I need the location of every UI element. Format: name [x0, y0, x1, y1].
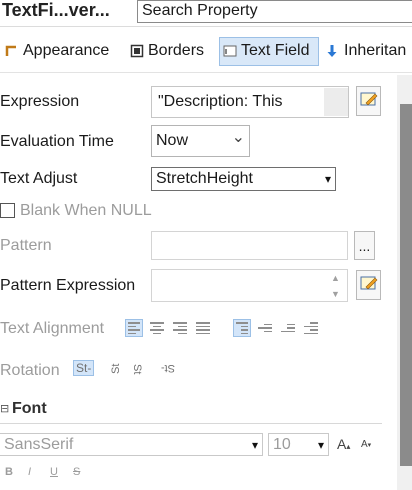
search-property-text: Search Property	[142, 2, 258, 19]
expression-label: Expression	[0, 93, 80, 110]
font-grow-icon: A	[337, 436, 347, 452]
align-justify-icon[interactable]	[194, 319, 212, 337]
appearance-icon	[5, 44, 19, 58]
collapse-icon[interactable]: ⊟	[0, 402, 9, 415]
tab-appearance[interactable]: Appearance	[2, 38, 114, 67]
blank-when-null-label: Blank When NULL	[20, 202, 152, 219]
pattern-expression-spinner[interactable]: ▲ ▼	[327, 272, 344, 300]
rotation-upside-down-icon[interactable]: St-	[156, 359, 178, 384]
evaluation-time-label: Evaluation Time	[0, 133, 114, 150]
pattern-expression-field[interactable]: ▲ ▼	[151, 269, 348, 302]
font-section-title: Font	[12, 400, 47, 417]
svg-text:St: St	[131, 364, 143, 374]
font-grow-button[interactable]: A▴	[337, 436, 350, 452]
expression-edit-button[interactable]	[356, 86, 381, 116]
svg-text:St-: St-	[161, 362, 175, 374]
font-family-select[interactable]: SansSerif ▾	[0, 433, 263, 456]
rotation-label: Rotation	[0, 362, 60, 379]
header-divider	[0, 26, 412, 27]
dropdown-arrow-icon: ▾	[317, 437, 324, 452]
borders-icon	[130, 44, 144, 58]
dropdown-arrow-icon: ▾	[251, 437, 258, 452]
font-size-select[interactable]: 10 ▾	[268, 433, 329, 456]
pattern-expression-edit-button[interactable]	[356, 270, 381, 300]
search-property-input[interactable]: Search Property	[137, 0, 412, 23]
font-shrink-button[interactable]: A▾	[361, 439, 371, 450]
valign-top-icon[interactable]	[233, 319, 251, 337]
spin-down-icon: ▼	[331, 288, 340, 299]
valign-bottom-icon[interactable]	[279, 319, 297, 337]
pattern-browse-label: ...	[358, 237, 371, 254]
align-center-icon[interactable]	[148, 319, 166, 337]
spin-up-icon: ▲	[331, 272, 340, 283]
tab-appearance-label: Appearance	[23, 42, 110, 59]
bold-button[interactable]: B	[5, 466, 13, 478]
svg-text:St: St	[110, 364, 122, 374]
tab-borders[interactable]: Borders	[127, 38, 209, 67]
dropdown-arrow-icon: ▾	[324, 172, 331, 186]
pattern-label: Pattern	[0, 237, 52, 254]
underline-button[interactable]: U	[50, 466, 58, 478]
pattern-expression-label: Pattern Expression	[0, 277, 136, 294]
italic-button[interactable]: I	[28, 466, 31, 478]
evaluation-time-select[interactable]: Now ⌄	[151, 125, 250, 157]
tabs-divider	[0, 72, 412, 73]
font-family-value: SansSerif	[4, 435, 74, 453]
rotation-none-icon[interactable]: St-	[73, 360, 95, 376]
blank-when-null-checkbox[interactable]	[0, 203, 15, 218]
expression-field-shade	[324, 88, 348, 116]
expression-field[interactable]: "Description: This	[151, 86, 349, 118]
tab-inheritance-label: Inheritan	[344, 42, 407, 59]
valign-justify-icon[interactable]	[302, 319, 320, 337]
inheritance-arrow-icon	[326, 44, 340, 58]
valign-middle-icon[interactable]	[256, 319, 274, 337]
tab-text-field[interactable]: Text Field	[219, 37, 319, 66]
strikethrough-button[interactable]: S	[73, 466, 80, 478]
text-field-icon	[223, 44, 237, 58]
pattern-browse-button[interactable]: ...	[354, 231, 375, 260]
chevron-down-icon: ⌄	[231, 129, 245, 146]
text-alignment-label: Text Alignment	[0, 320, 105, 337]
tab-inheritance[interactable]: Inheritan	[323, 38, 411, 67]
pattern-expression-editor-icon	[360, 274, 378, 297]
tab-borders-label: Borders	[148, 42, 205, 59]
pattern-field[interactable]	[151, 231, 348, 260]
font-shrink-icon: A	[361, 439, 368, 450]
align-right-icon[interactable]	[171, 319, 189, 337]
expression-value: "Description: This	[158, 93, 283, 110]
evaluation-time-value: Now	[156, 132, 189, 149]
rotation-left-icon[interactable]: St	[104, 359, 122, 384]
rotation-right-icon[interactable]: St	[131, 359, 149, 384]
align-left-icon[interactable]	[125, 319, 143, 337]
expression-editor-icon	[360, 90, 378, 113]
editor-title: TextFi...ver...	[2, 0, 110, 20]
text-adjust-value: StretchHeight	[156, 170, 253, 187]
tab-text-field-label: Text Field	[241, 42, 310, 59]
text-adjust-label: Text Adjust	[0, 170, 78, 187]
text-adjust-select[interactable]: StretchHeight ▾	[151, 167, 336, 191]
font-section-divider	[0, 423, 382, 424]
vertical-scrollbar-thumb[interactable]	[400, 104, 412, 466]
font-size-value: 10	[273, 435, 291, 453]
